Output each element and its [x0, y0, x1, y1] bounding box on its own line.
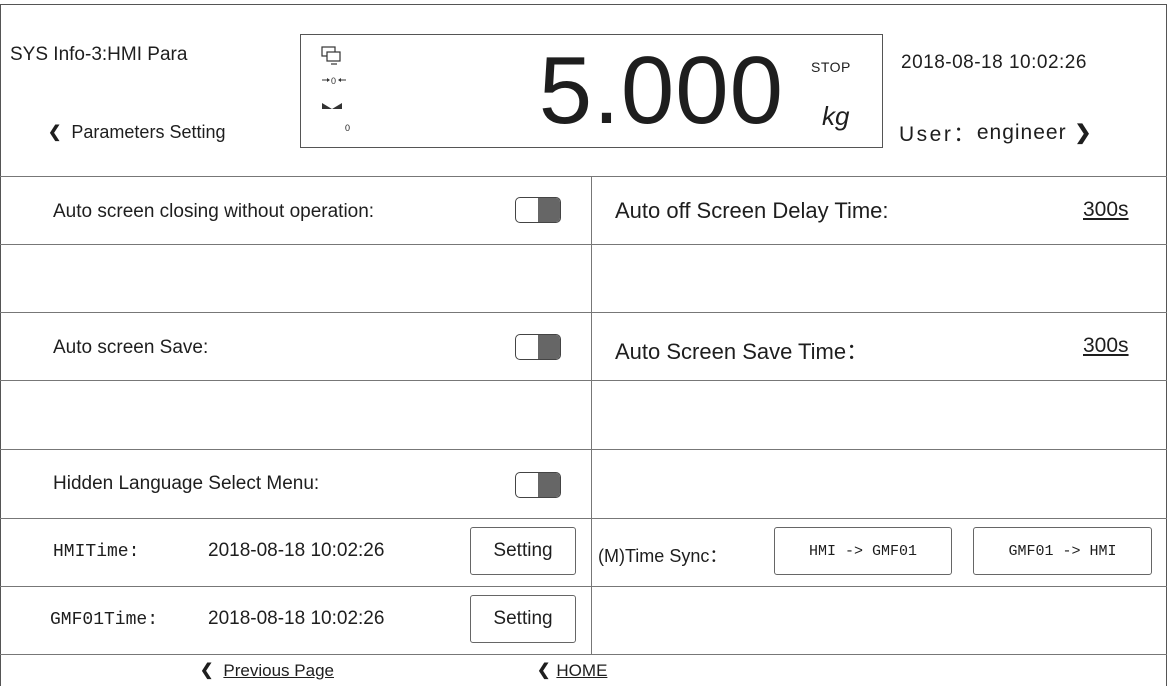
svg-text:0: 0 — [331, 76, 336, 86]
chevron-left-icon: ❮ — [200, 662, 214, 679]
divider — [0, 312, 1167, 313]
zero-center-icon: 0 — [322, 76, 346, 86]
chevron-right-icon: ❯ — [1074, 122, 1093, 144]
weight-display: 0 0 5.000 STOP kg — [300, 34, 883, 148]
hmi-to-gmf01-sync-button[interactable]: HMI -> GMF01 — [774, 527, 952, 575]
zero-marker: 0 — [345, 123, 351, 133]
auto-screen-save-time-value[interactable]: 300s — [1083, 334, 1129, 358]
auto-screen-closing-label: Auto screen closing without operation: — [53, 201, 375, 222]
time-sync-label: (M)Time Sync： — [598, 546, 728, 566]
user-link[interactable]: User： engineer ❯ — [899, 118, 1092, 148]
stable-icon — [322, 103, 342, 109]
gmf01-time-setting-button[interactable]: Setting — [470, 595, 576, 643]
divider — [0, 654, 1167, 655]
home-link[interactable]: ❮ HOME — [537, 661, 607, 681]
unit-label: kg — [822, 101, 850, 131]
user-name: engineer — [976, 121, 1067, 144]
toggle-knob — [538, 473, 560, 497]
divider — [0, 176, 1167, 177]
weight-value: 5.000 — [538, 37, 784, 144]
previous-page-label: Previous Page — [223, 661, 334, 680]
monitor-icon — [321, 46, 341, 65]
parameters-setting-back-link[interactable]: ❮ Parameters Setting — [48, 122, 225, 143]
home-label: HOME — [556, 661, 608, 680]
page-title: SYS Info-3:HMI Para — [10, 44, 188, 65]
hmi-time-label: HMITime: — [53, 542, 140, 562]
divider — [0, 449, 1167, 450]
auto-off-delay-value[interactable]: 300s — [1083, 198, 1129, 222]
divider — [0, 380, 1167, 381]
chevron-left-icon: ❮ — [537, 662, 551, 679]
toggle-knob — [538, 335, 560, 359]
chevron-left-icon: ❮ — [48, 123, 62, 141]
column-divider — [591, 176, 592, 654]
auto-screen-save-toggle[interactable] — [515, 334, 561, 360]
divider — [0, 244, 1167, 245]
user-prefix: User： — [899, 123, 977, 146]
divider — [0, 518, 1167, 519]
auto-screen-save-label: Auto screen Save: — [53, 337, 209, 358]
divider — [0, 586, 1167, 587]
auto-off-delay-label: Auto off Screen Delay Time: — [615, 198, 889, 223]
hmi-time-setting-button[interactable]: Setting — [470, 527, 576, 575]
hidden-language-menu-label: Hidden Language Select Menu: — [53, 473, 320, 494]
toggle-knob — [538, 198, 560, 222]
auto-screen-closing-toggle[interactable] — [515, 197, 561, 223]
hmi-time-value: 2018-08-18 10:02:26 — [208, 540, 385, 561]
auto-screen-save-time-label: Auto Screen Save Time： — [615, 339, 869, 364]
previous-page-link[interactable]: ❮ Previous Page — [200, 661, 334, 681]
status-label: STOP — [811, 59, 851, 75]
gmf01-to-hmi-sync-button[interactable]: GMF01 -> HMI — [973, 527, 1152, 575]
gmf01-time-label: GMF01Time: — [50, 610, 159, 630]
gmf01-time-value: 2018-08-18 10:02:26 — [208, 608, 385, 629]
hidden-language-menu-toggle[interactable] — [515, 472, 561, 498]
parameters-setting-label: Parameters Setting — [71, 122, 226, 142]
header-datetime: 2018-08-18 10:02:26 — [901, 52, 1087, 73]
